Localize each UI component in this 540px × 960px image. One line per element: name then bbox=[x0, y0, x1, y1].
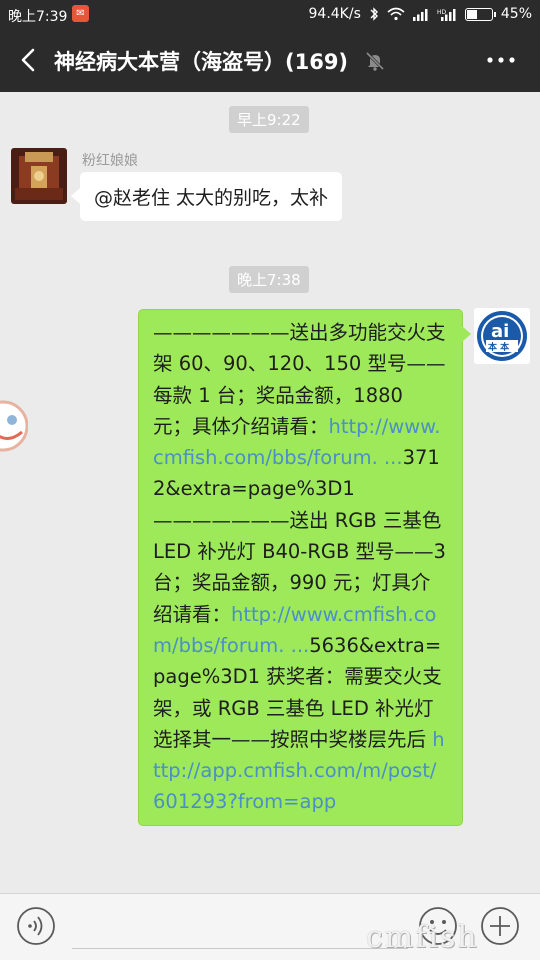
message-bubble-self[interactable]: ———————送出多功能交火支架 60、90、120、150 型号——每款 1 … bbox=[138, 309, 471, 826]
message-bubble[interactable]: @赵老住 太大的别吃，太补 bbox=[70, 172, 343, 221]
plus-icon[interactable] bbox=[480, 906, 520, 946]
network-speed: 94.4K/s bbox=[308, 6, 361, 22]
group-title: 神经病大本营（海盗号）(169) bbox=[54, 50, 349, 74]
timestamp: 早上9:22 bbox=[229, 106, 309, 133]
partial-avatar bbox=[0, 400, 28, 452]
hd-signal-icon: HD bbox=[437, 8, 456, 21]
signal-icon bbox=[412, 8, 428, 21]
message-input[interactable] bbox=[72, 948, 408, 949]
timestamp: 晚上7:38 bbox=[229, 266, 309, 293]
avatar[interactable] bbox=[11, 148, 67, 204]
message-list[interactable]: 早上9:22 粉红娘娘 @赵老住 太大的别吃，太补 晚上7:38 ———————… bbox=[0, 92, 540, 893]
watermark: cmfish bbox=[366, 920, 479, 955]
mute-bell-icon bbox=[365, 51, 385, 71]
chat-header: 神经病大本营（海盗号）(169) bbox=[0, 28, 540, 92]
svg-text:本 本: 本 本 bbox=[488, 341, 510, 353]
battery-percent: 45% bbox=[500, 6, 532, 22]
app-notification-icon: ✉ bbox=[72, 5, 89, 22]
bluetooth-icon bbox=[370, 7, 378, 21]
avatar-self[interactable]: ai 本 本 bbox=[474, 308, 530, 364]
more-dots-icon[interactable] bbox=[486, 55, 516, 65]
avatar-image bbox=[11, 148, 67, 204]
battery-icon bbox=[464, 8, 496, 21]
back-arrow-icon[interactable] bbox=[14, 45, 44, 75]
avatar-image: ai 本 本 bbox=[474, 308, 530, 364]
wifi-icon bbox=[387, 7, 405, 21]
status-time: 晚上7:39 bbox=[8, 9, 68, 25]
svg-text:ai: ai bbox=[491, 321, 509, 342]
message-text: 3712&extra=page%3D1 ———————送出 RGB 三基色 LE… bbox=[153, 446, 446, 626]
sender-name: 粉红娘娘 bbox=[82, 153, 138, 169]
voice-icon[interactable] bbox=[16, 906, 56, 946]
chat-screen: 晚上7:39 ✉ 94.4K/s HD 45% 神经病大本营（海盗号）(169)… bbox=[0, 0, 540, 960]
status-right-group: 94.4K/s HD 45% bbox=[309, 6, 533, 22]
status-bar: 晚上7:39 ✉ 94.4K/s HD 45% bbox=[0, 0, 540, 28]
